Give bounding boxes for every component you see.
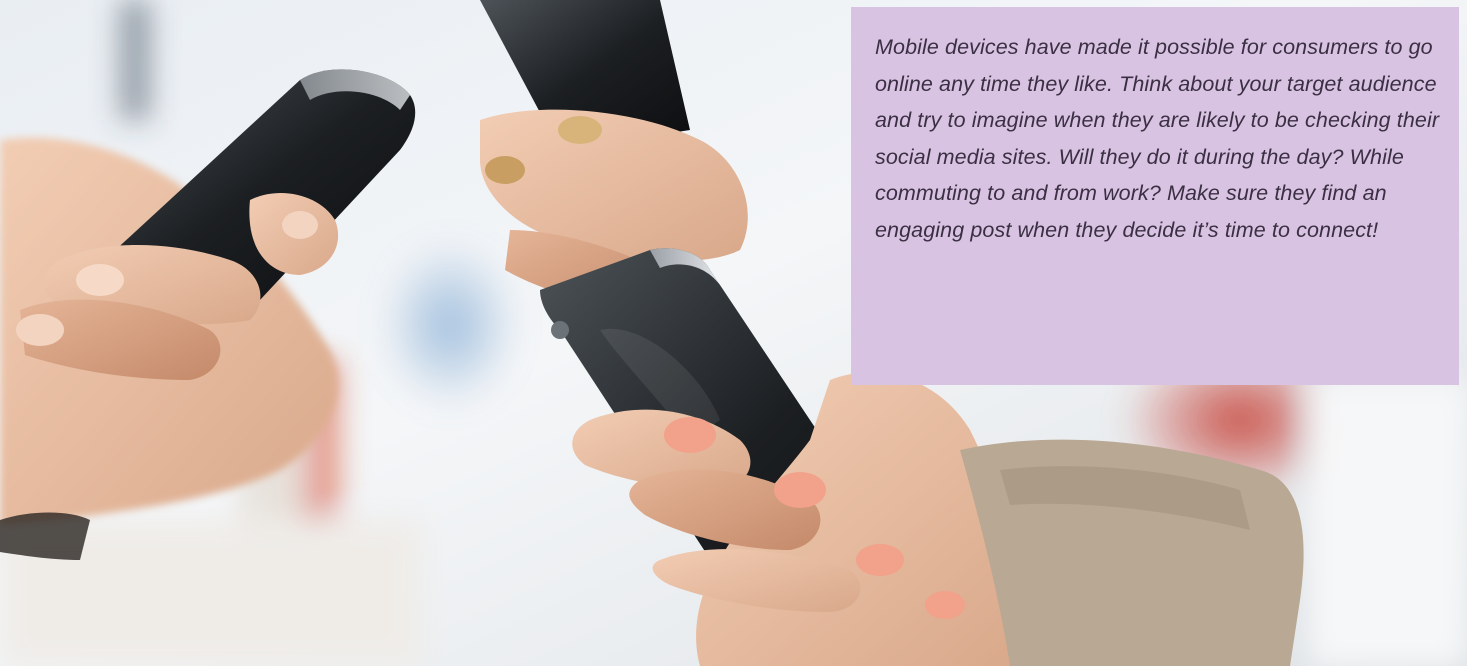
callout-box: Mobile devices have made it possible for… [851,7,1459,385]
callout-text: Mobile devices have made it possible for… [875,35,1440,242]
slide-frame: Mobile devices have made it possible for… [0,0,1467,666]
